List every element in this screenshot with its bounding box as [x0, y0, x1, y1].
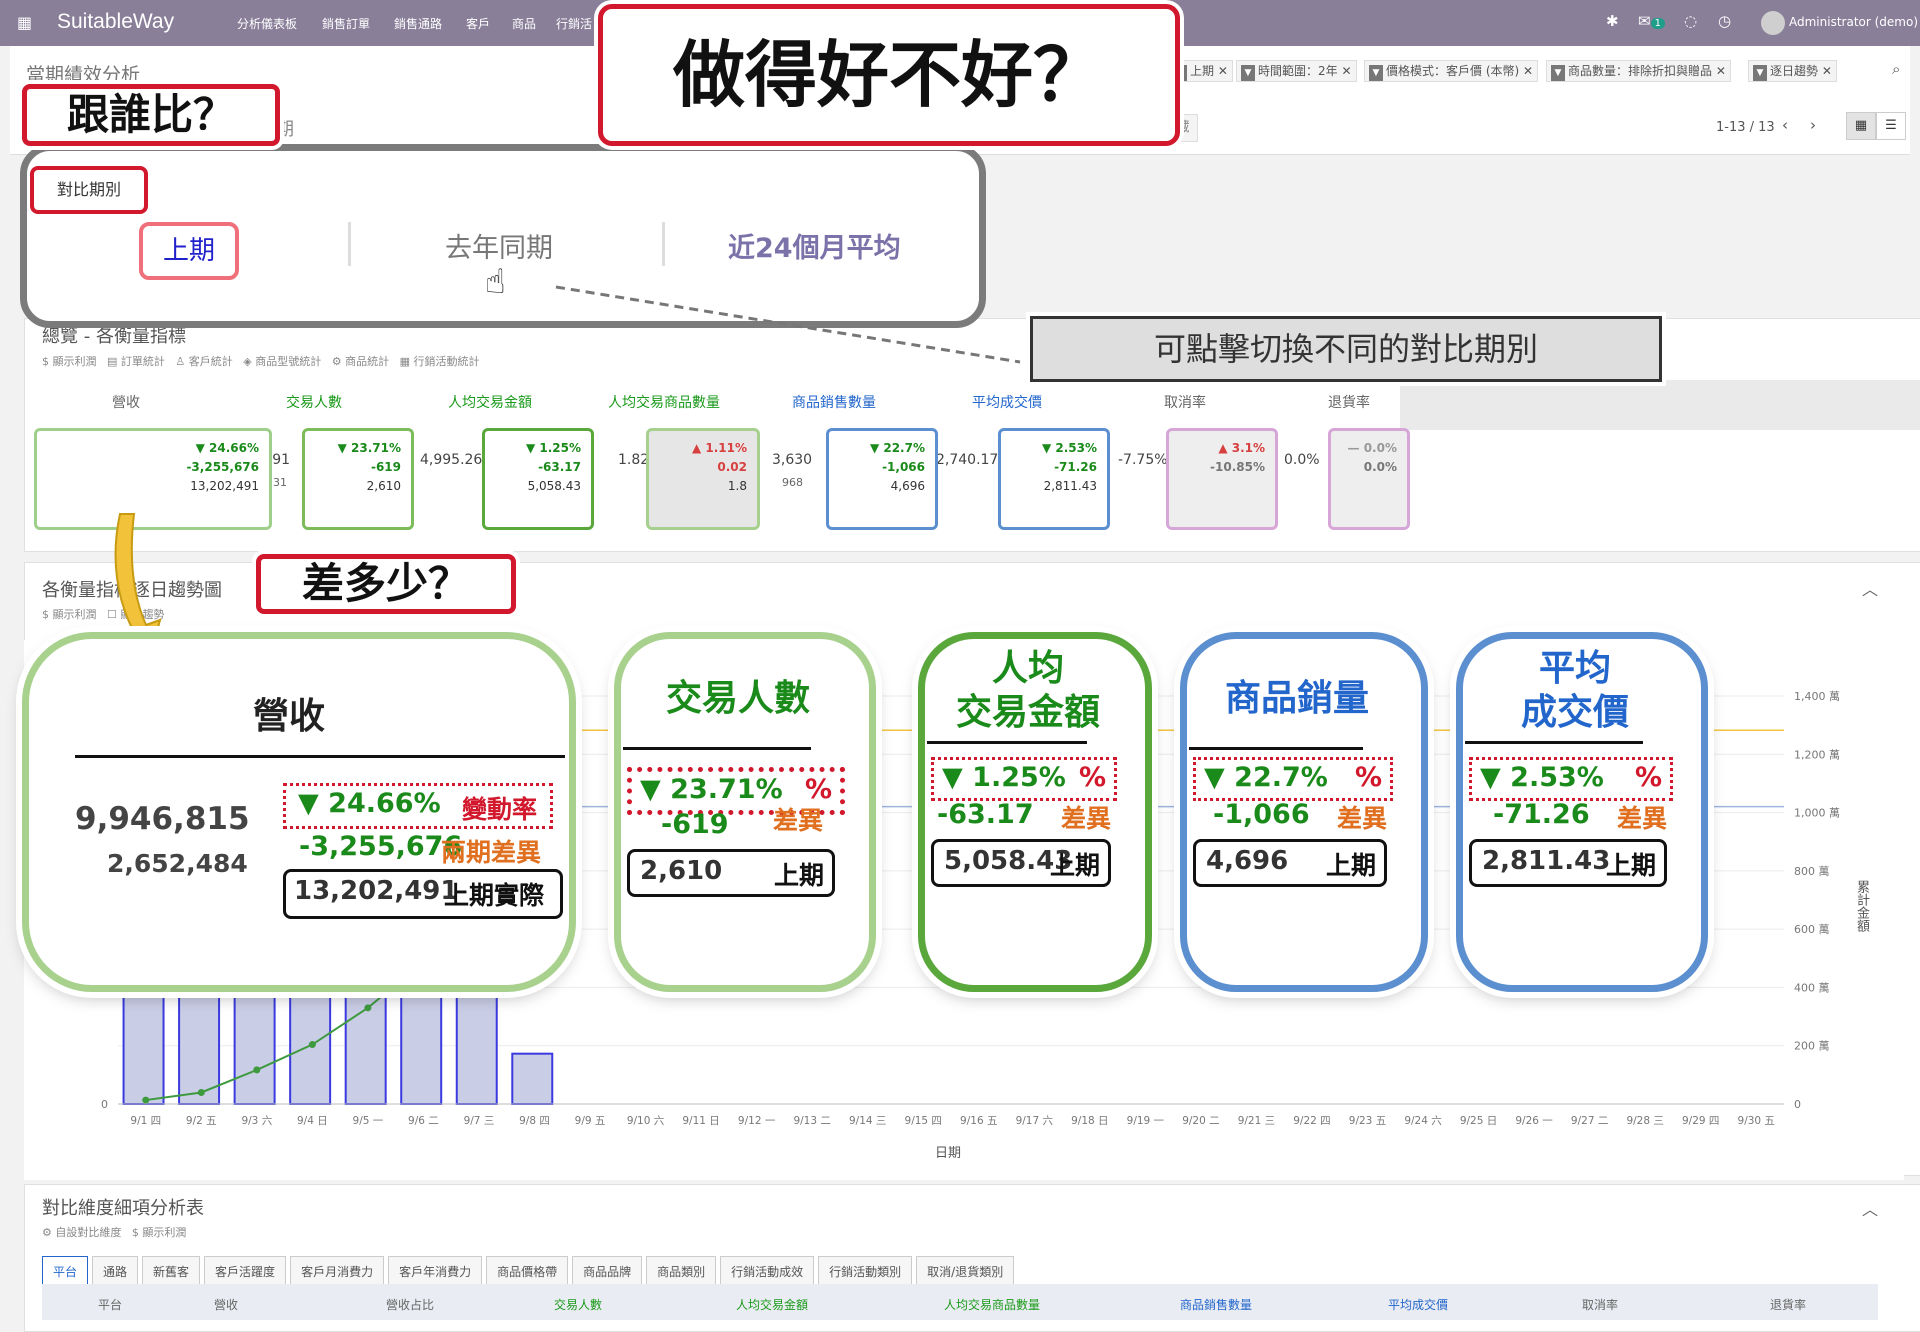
prev-row: 2,610 上期 [627, 849, 835, 897]
diff-tag: 兩期差異 [441, 838, 542, 867]
card-title-line: 交易金額 [955, 692, 1100, 733]
card-sub-value: 2,652,484 [107, 849, 248, 878]
card-diff: -63.17 [937, 799, 1034, 830]
card-title-line: 商品銷量 [1224, 678, 1369, 719]
card-title: 商品銷量 [1187, 677, 1407, 721]
prev-tag: 上期 [773, 861, 824, 890]
card-diff: -1,066 [1213, 799, 1310, 830]
prev-tag: 上期實際 [444, 881, 545, 910]
rate-row: ▼ 2.53%% [1469, 757, 1673, 801]
card-underline [1465, 741, 1643, 744]
rate-row: ▼ 24.66% 變動率 [283, 783, 553, 829]
dashed-pointer-line [555, 285, 1021, 364]
card-underline [1189, 747, 1363, 750]
card-prev: 2,610 [640, 856, 723, 886]
card-rate: ▼ 1.25% [942, 762, 1066, 793]
card-diff: -71.26 [1493, 799, 1590, 830]
prev-row: 5,058.43 上期 [931, 839, 1111, 887]
prev-row: 4,696 上期 [1193, 839, 1387, 887]
rate-row: ▼ 1.25%% [931, 757, 1117, 801]
rate-row: ▼ 22.7%% [1193, 757, 1393, 801]
card-title-line: 成交價 [1520, 692, 1629, 733]
card-underline [623, 747, 811, 750]
diff-tag: 差異 [1336, 804, 1387, 833]
revenue-card: 營收 9,946,815 2,652,484 ▼ 24.66% 變動率 -3,2… [22, 632, 576, 992]
card-diff: -619 [661, 809, 729, 840]
how-much-callout: 差多少？ [256, 554, 516, 614]
card-diff: -3,255,676 [299, 831, 463, 862]
card-prev: 4,696 [1206, 846, 1289, 876]
card-title-line: 人均 [991, 648, 1064, 689]
metric-card: 平均 成交價 ▼ 2.53%% -71.26 差異 2,811.43 上期 [1456, 632, 1708, 992]
metric-card: 人均 交易金額 ▼ 1.25%% -63.17 差異 5,058.43 上期 [918, 632, 1152, 992]
prev-row: 13,202,491 上期實際 [283, 869, 563, 919]
switch-tip-box: 可點擊切換不同的對比期別 [1030, 316, 1662, 382]
card-underline [927, 741, 1087, 744]
prev-tag: 上期 [1325, 851, 1376, 880]
card-title: 營收 [252, 696, 325, 737]
diff-tag: 差異 [772, 806, 823, 835]
card-rate: ▼ 2.53% [1480, 762, 1604, 793]
card-rate: ▼ 23.71% [640, 774, 783, 805]
prev-tag: 上期 [1605, 851, 1656, 880]
prev-tag: 上期 [1049, 851, 1100, 880]
card-rate: ▼ 22.7% [1204, 762, 1328, 793]
card-rate: ▼ 24.66% [298, 788, 441, 819]
diff-tag: 差異 [1616, 804, 1667, 833]
card-title: 交易人數 [621, 677, 855, 721]
card-title-line: 交易人數 [665, 678, 810, 719]
pct-tag: % [1354, 762, 1382, 793]
card-value: 9,946,815 [75, 801, 250, 837]
pct-tag: % [1634, 762, 1662, 793]
who-callout: 跟誰比？ [22, 84, 280, 146]
card-prev: 13,202,491 [294, 876, 459, 906]
card-title: 人均 交易金額 [925, 647, 1131, 735]
headline-callout: 做得好不好？ [598, 4, 1180, 146]
diff-tag: 差異 [1060, 804, 1111, 833]
pct-tag: % [1078, 762, 1106, 793]
metric-card: 交易人數 ▼ 23.71%% -619 差異 2,610 上期 [614, 632, 876, 992]
prev-row: 2,811.43 上期 [1469, 839, 1667, 887]
rate-tag: 變動率 [462, 795, 538, 824]
metric-card: 商品銷量 ▼ 22.7%% -1,066 差異 4,696 上期 [1180, 632, 1428, 992]
card-prev: 2,811.43 [1482, 846, 1611, 876]
card-title: 平均 成交價 [1463, 647, 1687, 735]
card-underline [75, 755, 565, 758]
card-title-line: 平均 [1538, 648, 1611, 689]
